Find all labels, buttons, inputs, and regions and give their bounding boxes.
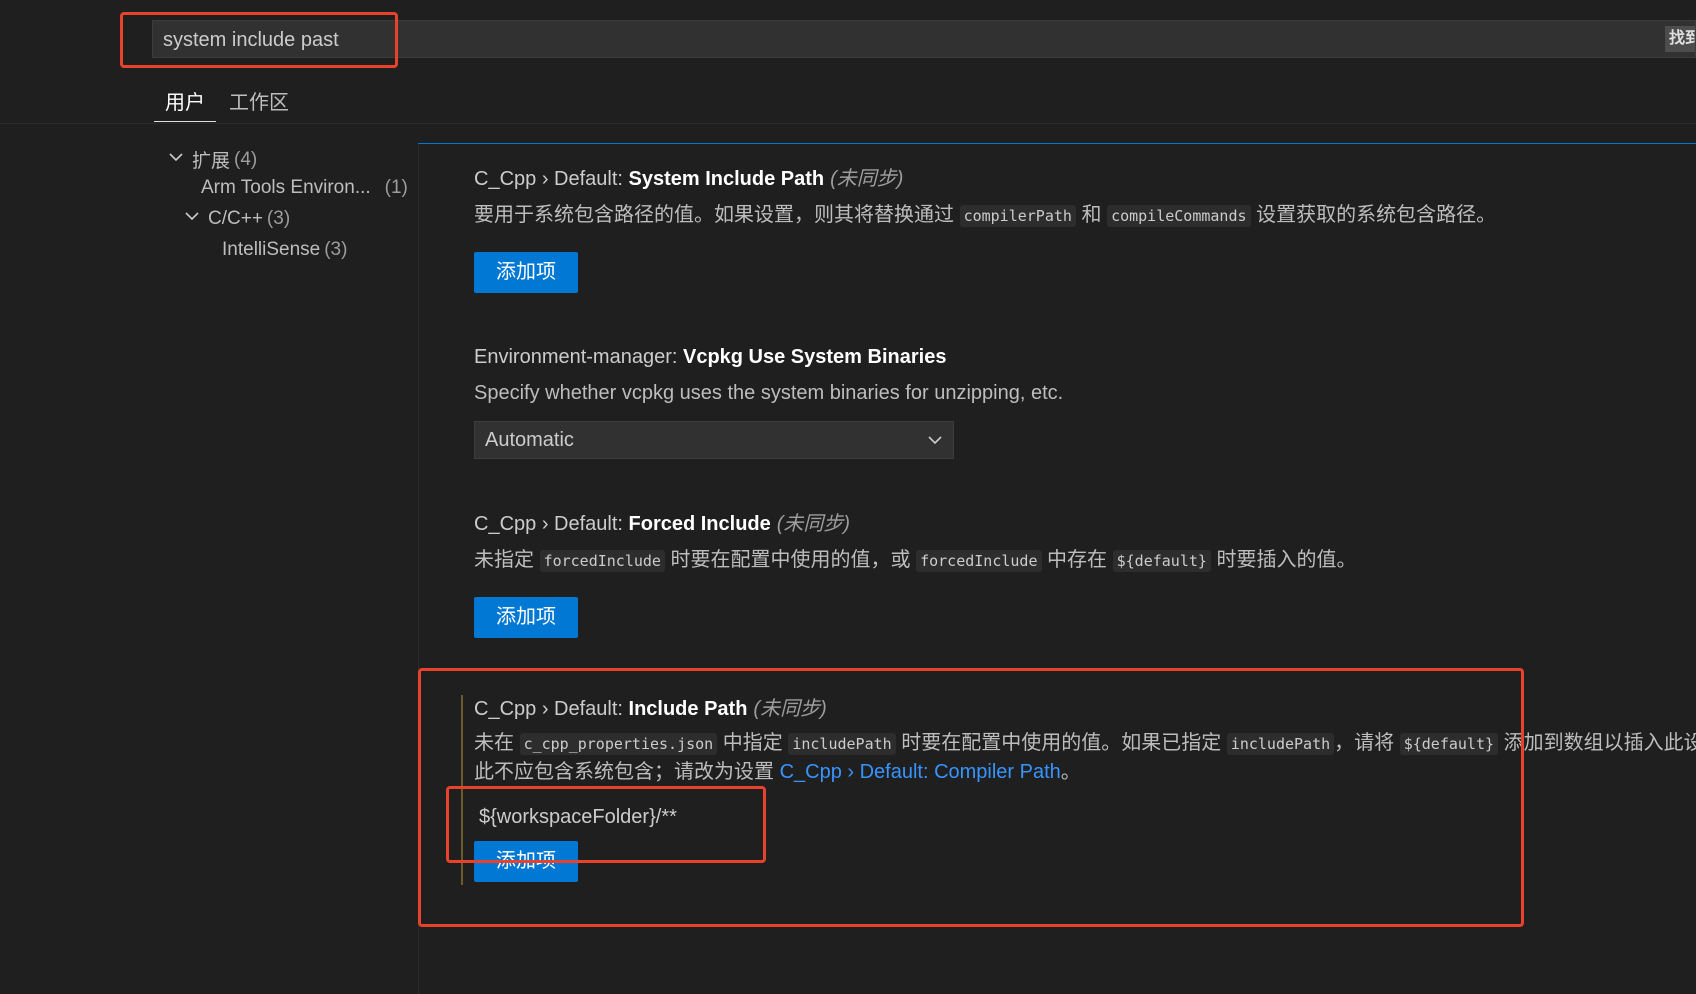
toc-label: Arm Tools Environ... bbox=[201, 177, 371, 198]
desc-text: 未指定 bbox=[474, 549, 540, 571]
setting-forced-include: C_Cpp › Default: Forced Include (未同步) 未指定… bbox=[474, 507, 1357, 638]
dropdown-value: Automatic bbox=[485, 429, 574, 451]
annotation-box-search bbox=[120, 12, 398, 68]
tab-user[interactable]: 用户 bbox=[154, 86, 216, 122]
settings-editor: system include past 找到 用户 工作区 扩展 (4) Arm… bbox=[0, 0, 1696, 994]
desc-text: 中存在 bbox=[1041, 549, 1113, 571]
setting-name: System Include Path bbox=[628, 168, 825, 190]
setting-system-include-path: C_Cpp › Default: System Include Path (未同步… bbox=[474, 162, 1496, 293]
add-item-button[interactable]: 添加项 bbox=[474, 252, 578, 293]
desc-code: forcedInclude bbox=[539, 550, 665, 572]
chevron-down-icon bbox=[184, 208, 204, 230]
setting-description: 未指定 forcedInclude 时要在配置中使用的值，或 forcedInc… bbox=[474, 546, 1357, 575]
setting-title: C_Cpp › Default: System Include Path (未同步… bbox=[474, 162, 1496, 191]
settings-scope-tabs: 用户 工作区 bbox=[0, 80, 1696, 124]
setting-category: C_Cpp › Default: bbox=[474, 513, 629, 535]
desc-code: ${default} bbox=[1112, 550, 1211, 572]
focus-accent-line bbox=[418, 143, 1696, 144]
toc-label: IntelliSense bbox=[222, 239, 321, 260]
setting-name: Vcpkg Use System Binaries bbox=[682, 346, 947, 368]
toc-count: (3) bbox=[324, 239, 348, 260]
toc-label: C/C++ bbox=[208, 208, 263, 229]
setting-category: Environment-manager: bbox=[474, 346, 683, 368]
toc-item-extensions[interactable]: 扩展 (4) bbox=[168, 146, 257, 173]
toc-count: (3) bbox=[266, 208, 291, 229]
chevron-down-icon bbox=[927, 422, 943, 470]
setting-title: C_Cpp › Default: Forced Include (未同步) bbox=[474, 507, 1357, 536]
setting-name: Forced Include bbox=[628, 513, 771, 535]
desc-text: 和 bbox=[1075, 204, 1108, 226]
toc-item-intellisense[interactable]: IntelliSense (3) bbox=[222, 239, 347, 261]
desc-code: compileCommands bbox=[1107, 205, 1251, 227]
toc-label: 扩展 bbox=[192, 151, 231, 172]
desc-code: compilerPath bbox=[959, 205, 1076, 227]
setting-description: Specify whether vcpkg uses the system bi… bbox=[474, 382, 1064, 404]
toc-count: (1) bbox=[384, 177, 408, 198]
desc-code: forcedInclude bbox=[916, 550, 1042, 572]
desc-text: 时要在配置中使用的值，或 bbox=[664, 549, 917, 571]
setting-vcpkg-use-system-binaries: Environment-manager: Vcpkg Use System Bi… bbox=[474, 346, 1063, 459]
annotation-box-value bbox=[446, 786, 766, 863]
add-item-button[interactable]: 添加项 bbox=[474, 597, 578, 638]
chevron-down-icon bbox=[168, 149, 188, 171]
vcpkg-dropdown[interactable]: Automatic bbox=[474, 421, 954, 459]
search-result-count: 找到 bbox=[1665, 26, 1695, 52]
desc-text: 要用于系统包含路径的值。如果设置，则其将替换通过 bbox=[474, 204, 960, 226]
tab-workspace[interactable]: 工作区 bbox=[229, 86, 289, 122]
toc-item-arm-tools[interactable]: Arm Tools Environ... (1) bbox=[201, 177, 408, 199]
toc-count: (4) bbox=[234, 148, 258, 170]
setting-category: C_Cpp › Default: bbox=[474, 168, 629, 190]
toc-item-cpp[interactable]: C/C++ (3) bbox=[184, 208, 290, 230]
sync-status: (未同步) bbox=[776, 513, 851, 535]
desc-text: 设置获取的系统包含路径。 bbox=[1250, 204, 1497, 226]
setting-description: 要用于系统包含路径的值。如果设置，则其将替换通过 compilerPath 和 … bbox=[474, 201, 1496, 230]
setting-title: Environment-manager: Vcpkg Use System Bi… bbox=[474, 346, 1063, 369]
sync-status: (未同步) bbox=[830, 168, 904, 190]
desc-text: 时要插入的值。 bbox=[1210, 549, 1357, 571]
desc-text: 添加到数组以插入此设置 bbox=[1503, 732, 1696, 754]
